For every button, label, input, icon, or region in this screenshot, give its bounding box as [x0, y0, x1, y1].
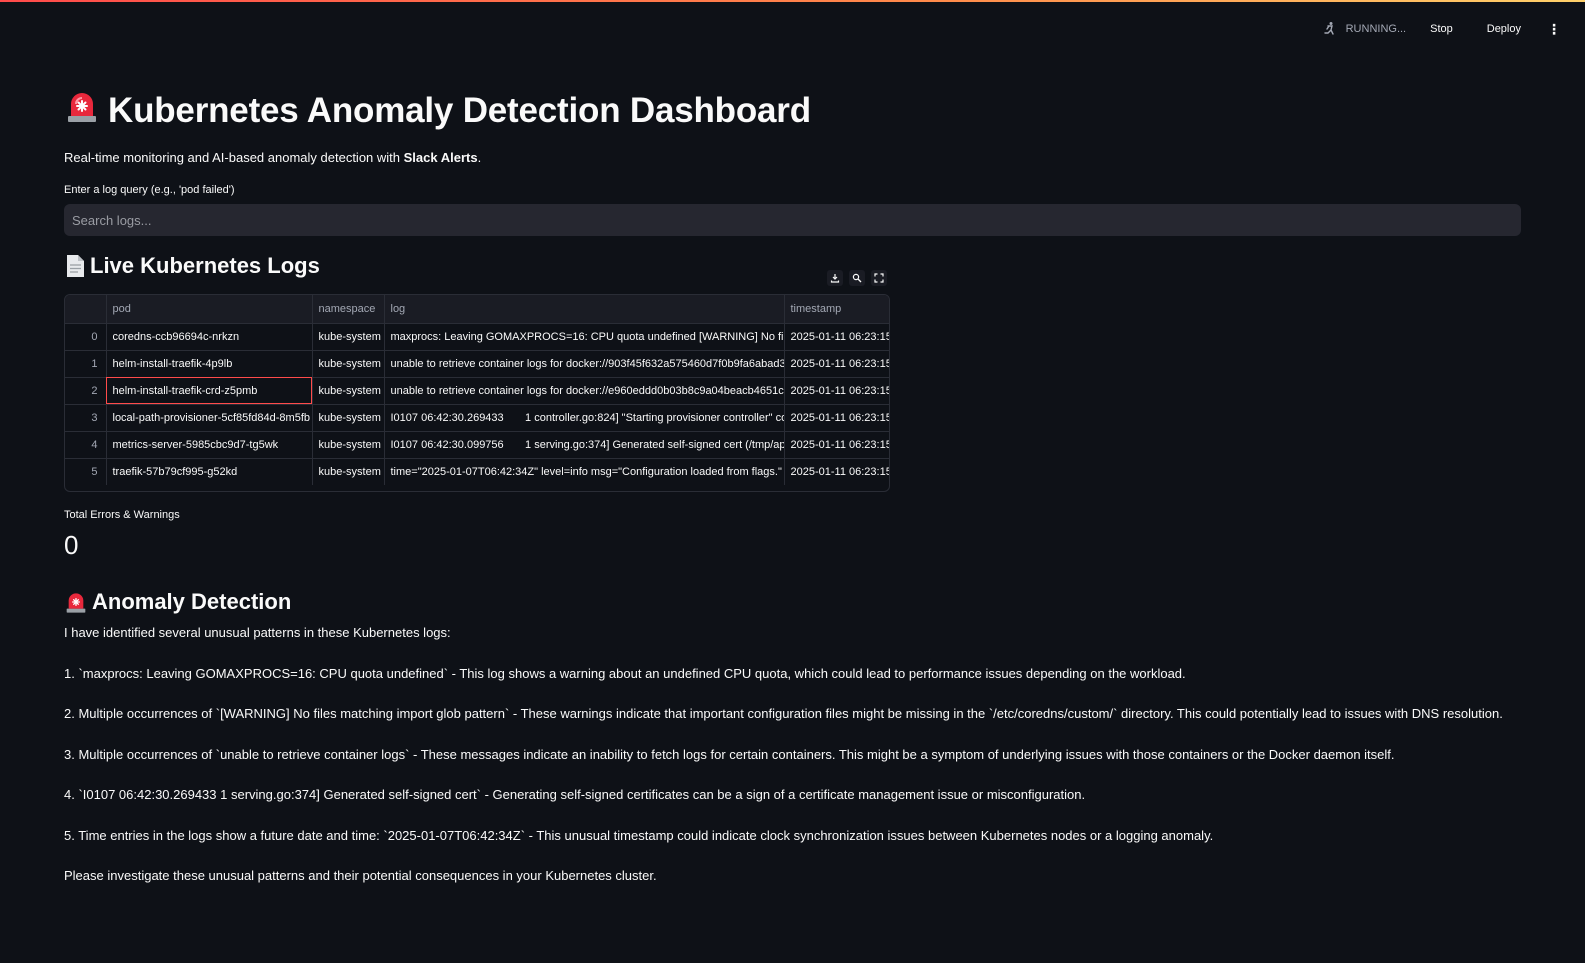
anomaly-paragraph: I have identified several unusual patter… — [64, 625, 451, 640]
siren-icon — [64, 590, 88, 614]
cell-log[interactable]: I0107 06:42:30.099756 1 serving.go:374] … — [384, 431, 785, 459]
cell-log[interactable]: I0107 06:42:30.269433 1 controller.go:82… — [384, 404, 785, 432]
anomaly-section-title: Anomaly Detection — [64, 589, 291, 615]
cell-log[interactable]: unable to retrieve container logs for do… — [384, 350, 785, 378]
cell-log[interactable]: unable to retrieve container logs for do… — [384, 377, 785, 405]
anomaly-paragraph: 4. `I0107 06:42:30.269433 1 serving.go:3… — [64, 787, 1086, 802]
row-index: 3 — [65, 404, 107, 432]
table-row[interactable]: 0 coredns-ccb96694c-nrkzn kube-system ma… — [65, 323, 889, 351]
table-header-row: pod namespace log timestamp — [65, 295, 889, 324]
page-subtitle: Real-time monitoring and AI-based anomal… — [64, 150, 481, 165]
column-header-pod[interactable]: pod — [106, 295, 313, 324]
column-header-index[interactable] — [65, 295, 107, 324]
subtitle-prefix: Real-time monitoring and AI-based anomal… — [64, 150, 404, 165]
row-index: 5 — [65, 458, 107, 485]
top-decoration-bar — [0, 0, 1585, 2]
cell-pod[interactable]: coredns-ccb96694c-nrkzn — [106, 323, 313, 351]
column-header-timestamp[interactable]: timestamp — [784, 295, 889, 324]
running-status-text: RUNNING... — [1345, 23, 1407, 35]
running-person-icon — [1323, 22, 1334, 35]
row-index: 2 — [65, 377, 107, 405]
anomaly-paragraph: 3. Multiple occurrences of `unable to re… — [64, 746, 1395, 762]
cell-timestamp[interactable]: 2025-01-11 06:23:15 — [784, 377, 889, 405]
row-index: 0 — [65, 323, 107, 351]
table-row[interactable]: 3 local-path-provisioner-5cf85fd84d-8m5f… — [65, 404, 889, 432]
cell-pod[interactable]: metrics-server-5985cbc9d7-tg5wk — [106, 431, 313, 459]
anomaly-paragraph: Please investigate these unusual pattern… — [64, 868, 657, 883]
subtitle-bold: Slack Alerts — [403, 150, 478, 165]
table-row[interactable]: 5 traefik-57b79cf995-g52kd kube-system t… — [65, 458, 890, 485]
cell-namespace[interactable]: kube-system — [312, 458, 385, 485]
search-icon[interactable] — [849, 270, 865, 286]
metric-value: 0 — [64, 530, 79, 560]
cell-namespace[interactable]: kube-system — [312, 323, 385, 351]
cell-namespace[interactable]: kube-system — [312, 404, 385, 432]
cell-log[interactable]: maxprocs: Leaving GOMAXPROCS=16: CPU quo… — [384, 323, 785, 351]
cell-timestamp[interactable]: 2025-01-11 06:23:15 — [784, 431, 889, 459]
subtitle-suffix: . — [477, 150, 482, 165]
anomaly-paragraph: 1. `maxprocs: Leaving GOMAXPROCS=16: CPU… — [64, 665, 1186, 681]
anomaly-section-title-text: Anomaly Detection — [92, 589, 292, 614]
table-row[interactable]: 2 helm-install-traefik-crd-z5pmb kube-sy… — [65, 377, 889, 405]
cell-namespace[interactable]: kube-system — [312, 431, 385, 459]
download-icon[interactable] — [827, 270, 843, 286]
search-input[interactable] — [64, 204, 1521, 236]
logs-section-title: Live Kubernetes Logs — [64, 253, 320, 279]
row-index: 1 — [65, 350, 107, 378]
logs-table[interactable]: pod namespace log timestamp 0 coredns-cc… — [64, 294, 890, 492]
cell-pod-selected[interactable]: helm-install-traefik-crd-z5pmb — [106, 377, 313, 405]
cell-pod[interactable]: local-path-provisioner-5cf85fd84d-8m5fb — [106, 404, 313, 432]
cell-timestamp[interactable]: 2025-01-11 06:23:15 — [784, 323, 889, 351]
column-header-log[interactable]: log — [384, 295, 785, 324]
cell-namespace[interactable]: kube-system — [312, 350, 385, 378]
cell-namespace[interactable]: kube-system — [312, 377, 385, 405]
cell-pod[interactable]: traefik-57b79cf995-g52kd — [106, 458, 313, 485]
cell-log[interactable]: time="2025-01-07T06:42:34Z" level=info m… — [384, 458, 785, 485]
row-index: 4 — [65, 431, 107, 459]
kebab-menu-icon[interactable]: ⋮ — [1547, 22, 1561, 36]
anomaly-report: I have identified several unusual patter… — [64, 623, 1521, 907]
anomaly-paragraph: 2. Multiple occurrences of `[WARNING] No… — [64, 706, 1503, 721]
page-title: Kubernetes Anomaly Detection Dashboard — [64, 88, 811, 133]
logs-section-title-text: Live Kubernetes Logs — [90, 253, 320, 278]
cell-pod[interactable]: helm-install-traefik-4p9lb — [106, 350, 313, 378]
document-icon — [64, 254, 86, 278]
page-title-text: Kubernetes Anomaly Detection Dashboard — [108, 90, 811, 130]
metric-label: Total Errors & Warnings — [64, 509, 180, 521]
cell-timestamp[interactable]: 2025-01-11 06:23:15 — [784, 350, 889, 378]
cell-timestamp[interactable]: 2025-01-11 06:23:15 — [784, 458, 890, 485]
running-status: RUNNING... — [1322, 21, 1407, 37]
fullscreen-icon[interactable] — [871, 270, 887, 286]
table-toolbar — [827, 270, 887, 286]
stop-button[interactable]: Stop — [1422, 19, 1461, 39]
siren-icon — [64, 88, 100, 133]
cell-timestamp[interactable]: 2025-01-11 06:23:15 — [784, 404, 889, 432]
column-header-namespace[interactable]: namespace — [312, 295, 385, 324]
deploy-button[interactable]: Deploy — [1479, 19, 1529, 39]
anomaly-paragraph: 5. Time entries in the logs show a futur… — [64, 827, 1214, 843]
table-row[interactable]: 1 helm-install-traefik-4p9lb kube-system… — [65, 350, 889, 378]
app-header-toolbar: RUNNING... Stop Deploy ⋮ — [1322, 18, 1561, 40]
table-row[interactable]: 4 metrics-server-5985cbc9d7-tg5wk kube-s… — [65, 431, 889, 459]
search-label: Enter a log query (e.g., 'pod failed') — [64, 184, 235, 196]
